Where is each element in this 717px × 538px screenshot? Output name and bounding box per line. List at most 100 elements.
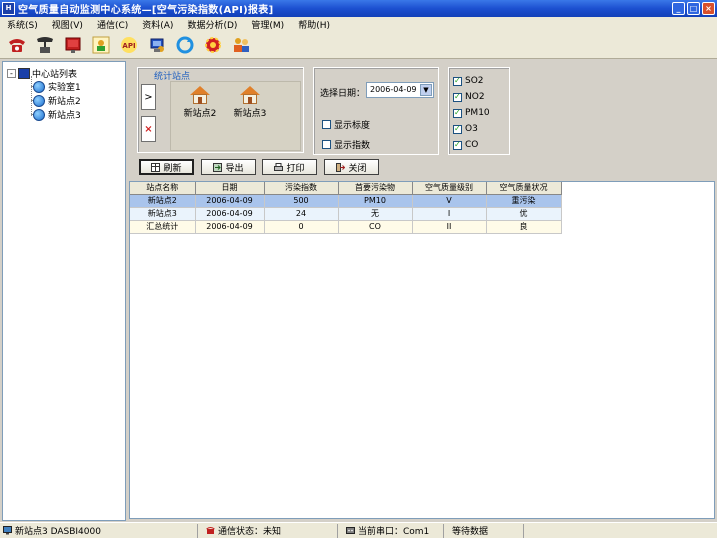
table-cell: 2006-04-09 [195, 220, 265, 234]
site-item[interactable]: 新站点3 [225, 86, 275, 119]
status-station-text: 新站点3 DASBI4000 [15, 527, 101, 537]
tree-item-label: 新站点3 [48, 111, 81, 121]
tree-item-site2[interactable]: 新站点2 [33, 94, 81, 107]
users-button[interactable] [230, 34, 252, 56]
site-name: 新站点2 [183, 109, 217, 119]
pollutant-checkbox-co[interactable]: CO [453, 140, 478, 150]
checkbox-label: CO [465, 140, 479, 150]
column-header[interactable]: 污染指数 [264, 182, 339, 195]
pollutant-checkbox-o3[interactable]: O3 [453, 124, 478, 134]
column-header[interactable]: 站点名称 [130, 182, 196, 195]
table-row[interactable]: 新站点2 2006-04-09 500 PM10 V 重污染 [130, 194, 562, 208]
settings-button[interactable] [202, 34, 224, 56]
table-cell: PM10 [338, 194, 413, 208]
status-bar: 新站点3 DASBI4000 通信状态：未知 当前串口：Com1 等待数据 [0, 522, 717, 538]
table-cell: 优 [486, 207, 562, 221]
remove-site-button[interactable]: × [141, 116, 156, 142]
menu-data[interactable]: 资料(A) [135, 18, 180, 31]
export-button[interactable]: 导出 [201, 159, 256, 175]
table-cell: 24 [264, 207, 339, 221]
api-button[interactable]: API [118, 34, 140, 56]
table-cell: 无 [338, 207, 413, 221]
site-item[interactable]: 新站点2 [175, 86, 225, 119]
chevron-down-icon[interactable]: ▼ [420, 84, 432, 96]
api-table: 站点名称 日期 污染指数 首要污染物 空气质量级别 空气质量状况 新站点2 20… [130, 182, 562, 234]
date-value: 2006-04-09 [370, 85, 417, 94]
monitor-icon [18, 68, 30, 79]
export-icon [213, 162, 223, 172]
tree-item-lab1[interactable]: 实验室1 [33, 80, 81, 93]
house-icon [240, 86, 260, 104]
refresh-report-button[interactable]: 刷新 [139, 159, 194, 175]
print-button[interactable]: 打印 [262, 159, 317, 175]
button-label: 打印 [286, 163, 305, 174]
title-bar: H 空气质量自动监测中心系统—[空气污染指数(API)报表] _ □ × [0, 0, 717, 17]
pollutant-checkbox-no2[interactable]: NO2 [453, 92, 485, 102]
table-icon [151, 162, 161, 172]
checkbox-box [322, 140, 331, 149]
api-report-grid[interactable]: 站点名称 日期 污染指数 首要污染物 空气质量级别 空气质量状况 新站点2 20… [129, 181, 715, 519]
menu-view[interactable]: 视图(V) [45, 18, 90, 31]
table-row[interactable]: 汇总统计 2006-04-09 0 CO II 良 [130, 220, 562, 234]
table-cell: 新站点2 [130, 194, 196, 208]
checkbox-label: NO2 [465, 92, 485, 102]
menu-communication[interactable]: 通信(C) [90, 18, 135, 31]
tree-item-site3[interactable]: 新站点3 [33, 108, 81, 121]
phone-icon [206, 527, 215, 534]
pollutant-checkbox-pm10[interactable]: PM10 [453, 108, 490, 118]
refresh-button[interactable] [174, 34, 196, 56]
table-row[interactable]: 新站点3 2006-04-09 24 无 I 优 [130, 207, 562, 221]
status-station: 新站点3 DASBI4000 [0, 523, 198, 538]
status-comm-text: 通信状态：未知 [218, 527, 282, 537]
report-panel: 统计站点 > × 新站点2 新站点3 选择日期： 2006-04-09 ▼ 显示… [128, 61, 715, 521]
toolbar: API [0, 31, 717, 59]
checkbox-box [453, 76, 462, 86]
phone-button[interactable] [6, 34, 28, 56]
button-label: 刷新 [163, 163, 182, 174]
checkbox-label: PM10 [465, 108, 490, 118]
show-stat-checkbox[interactable]: 显示标度 [322, 118, 370, 131]
station-tree[interactable]: - 中心站列表 实验室1 新站点2 新站点3 [2, 61, 126, 521]
button-label: 导出 [225, 163, 244, 174]
menu-system[interactable]: 系统(S) [0, 18, 45, 31]
status-waiting: 等待数据 [444, 523, 524, 538]
api-icon: API [121, 36, 137, 53]
site-name: 新站点3 [233, 109, 267, 119]
close-window-button[interactable]: × [702, 2, 715, 15]
column-header[interactable]: 空气质量级别 [412, 182, 487, 195]
date-picker[interactable]: 2006-04-09 ▼ [366, 82, 434, 98]
menu-manage[interactable]: 管理(M) [244, 18, 291, 31]
column-header[interactable]: 首要污染物 [338, 182, 413, 195]
tree-root[interactable]: - 中心站列表 [7, 67, 77, 80]
menu-analysis[interactable]: 数据分析(D) [180, 18, 244, 31]
tree-collapse-toggle[interactable]: - [7, 69, 16, 78]
house-icon [190, 86, 210, 104]
menu-help[interactable]: 帮助(H) [291, 18, 337, 31]
button-label: 关闭 [348, 163, 367, 174]
checkbox-label: 显示指数 [334, 141, 371, 151]
date-options-group: 选择日期： 2006-04-09 ▼ 显示标度 显示指数 [313, 67, 439, 155]
globe-icon [33, 80, 45, 93]
book-button[interactable] [62, 34, 84, 56]
column-header[interactable]: 空气质量状况 [486, 182, 562, 195]
close-report-button[interactable]: 关闭 [324, 159, 379, 175]
pollutant-checkbox-so2[interactable]: SO2 [453, 76, 484, 86]
table-cell: V [412, 194, 487, 208]
network-button[interactable] [146, 34, 168, 56]
serial-port-icon [346, 527, 355, 534]
show-index-checkbox[interactable]: 显示指数 [322, 138, 370, 151]
add-site-button[interactable]: > [141, 84, 156, 110]
globe-icon [33, 108, 45, 121]
selected-sites-area: 新站点2 新站点3 [170, 81, 301, 151]
users-icon [234, 37, 249, 52]
checkbox-label: O3 [465, 124, 478, 134]
maximize-button[interactable]: □ [687, 2, 700, 15]
svg-text:API: API [122, 42, 135, 50]
person-button[interactable] [90, 34, 112, 56]
column-header[interactable]: 日期 [195, 182, 265, 195]
hangup-button[interactable] [34, 34, 56, 56]
checkbox-label: SO2 [465, 76, 484, 86]
table-cell: 汇总统计 [130, 220, 196, 234]
minimize-button[interactable]: _ [672, 2, 685, 15]
table-cell: I [412, 207, 487, 221]
